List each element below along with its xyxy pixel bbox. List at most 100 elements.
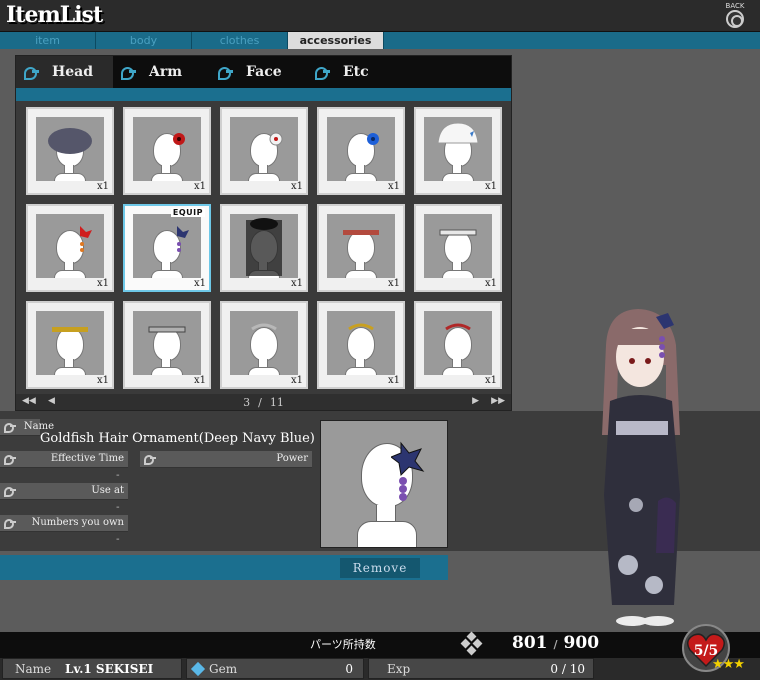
flower-blue-icon [367, 133, 379, 145]
character-avatar [602, 309, 680, 626]
goldfish-red-icon [80, 226, 92, 252]
item-slot[interactable]: x1 [220, 301, 308, 389]
back-button[interactable]: BACK [722, 2, 748, 30]
parts-bar [0, 632, 760, 658]
cap-gray-icon [48, 128, 92, 154]
item-qty: x1 [484, 278, 497, 289]
tiara-gold-icon [348, 323, 374, 331]
band-white-icon [439, 229, 477, 236]
power-row: Power [140, 451, 312, 468]
last-page-button[interactable]: ▶▶ [491, 396, 505, 406]
page-total: 11 [269, 395, 284, 409]
status-exp-key: Exp [387, 662, 411, 676]
tiara-silver-icon [251, 323, 277, 331]
item-qty: x1 [387, 278, 400, 289]
item-slot[interactable]: x1 [414, 301, 502, 389]
effective-time-row: Effective Time [0, 451, 128, 468]
fish-icon [121, 65, 137, 80]
status-name-key: Name [15, 662, 52, 676]
numbers-own-label: Numbers you own [31, 517, 124, 528]
veil-black-icon [246, 218, 282, 276]
top-bar: ItemList BACK [0, 0, 760, 32]
prev-page-button[interactable]: ◀ [48, 396, 55, 406]
band-red-icon [343, 230, 379, 235]
item-slot[interactable]: x1 [26, 301, 114, 389]
item-slot[interactable]: x1 [220, 204, 308, 292]
item-slot[interactable]: x1 [317, 107, 405, 195]
tab-body[interactable]: body [96, 32, 192, 49]
subtab-arm[interactable]: Arm [113, 56, 210, 88]
back-icon [726, 10, 744, 28]
name-row: Name [0, 419, 54, 436]
item-thumbnail [327, 311, 395, 375]
parts-label: パーツ所持数 [310, 638, 376, 651]
category-tabs: item body clothes accessories [0, 32, 760, 49]
item-panel: Head Arm Face Etc x1 x1 x1 x1 x1 x1 x1 EQUIP x1 x… [15, 55, 512, 411]
tiara-red-icon [445, 323, 471, 331]
item-thumbnail [424, 214, 492, 278]
tab-clothes[interactable]: clothes [192, 32, 288, 49]
item-thumbnail [133, 117, 201, 181]
use-at-row: Use at [0, 483, 128, 500]
flower-white-icon [269, 132, 283, 146]
flower-red-icon [173, 133, 185, 145]
item-qty: x1 [193, 375, 206, 386]
fish-icon [4, 518, 16, 529]
item-thumbnail [36, 117, 104, 181]
equip-badge: EQUIP [170, 208, 205, 217]
subtab-label: Arm [149, 64, 183, 80]
remove-button[interactable]: Remove [340, 558, 420, 578]
tab-accessories[interactable]: accessories [288, 32, 384, 49]
item-slot[interactable]: x1 [414, 107, 502, 195]
subtab-etc[interactable]: Etc [307, 56, 404, 88]
item-slot[interactable]: x1 [26, 204, 114, 292]
item-slot[interactable]: x1 [317, 301, 405, 389]
name-status: Name Lv.1 SEKISEI [2, 658, 182, 679]
tab-item[interactable]: item [0, 32, 96, 49]
item-slot[interactable]: x1 EQUIP [123, 204, 211, 292]
item-qty: x1 [387, 375, 400, 386]
next-page-button[interactable]: ▶ [472, 396, 479, 406]
rating-stars: ★★★ [712, 657, 745, 672]
subtab-label: Face [246, 64, 282, 80]
item-qty: x1 [193, 278, 206, 289]
fish-icon [4, 422, 16, 433]
page-sep: / [258, 395, 262, 409]
item-slot[interactable]: x1 [414, 204, 502, 292]
item-slot[interactable]: x1 [317, 204, 405, 292]
item-thumbnail [327, 117, 395, 181]
item-thumbnail [424, 117, 492, 181]
back-label: BACK [725, 2, 745, 10]
numbers-own-value: - [116, 534, 120, 545]
item-qty: x1 [290, 278, 303, 289]
effective-time-label: Effective Time [50, 453, 124, 464]
status-gem-key: Gem [209, 662, 238, 676]
sub-tabs: Head Arm Face Etc [16, 56, 511, 88]
item-slot[interactable]: x1 [26, 107, 114, 195]
item-qty: x1 [290, 181, 303, 192]
item-qty: x1 [96, 278, 109, 289]
first-page-button[interactable]: ◀◀ [22, 396, 36, 406]
use-at-label: Use at [91, 485, 124, 496]
subtab-face[interactable]: Face [210, 56, 307, 88]
gem-icon [190, 661, 206, 677]
fish-icon [4, 486, 16, 497]
band-silver-icon [148, 326, 186, 333]
item-thumbnail [424, 311, 492, 375]
parts-count: 801 / 900 [512, 633, 599, 653]
power-label: Power [276, 453, 308, 464]
item-slot[interactable]: x1 [123, 107, 211, 195]
gem-status: Gem 0 [186, 658, 364, 679]
item-thumbnail [230, 117, 298, 181]
item-thumbnail [133, 214, 201, 278]
band-gold-icon [52, 327, 88, 332]
fish-icon [4, 454, 16, 465]
mannequin-body [357, 521, 417, 547]
item-thumbnail [327, 214, 395, 278]
fish-icon [218, 65, 234, 80]
item-slot[interactable]: x1 [220, 107, 308, 195]
item-name: Goldfish Hair Ornament(Deep Navy Blue) [40, 431, 315, 446]
item-slot[interactable]: x1 [123, 301, 211, 389]
subtab-label: Etc [343, 64, 369, 80]
subtab-head[interactable]: Head [16, 56, 113, 88]
